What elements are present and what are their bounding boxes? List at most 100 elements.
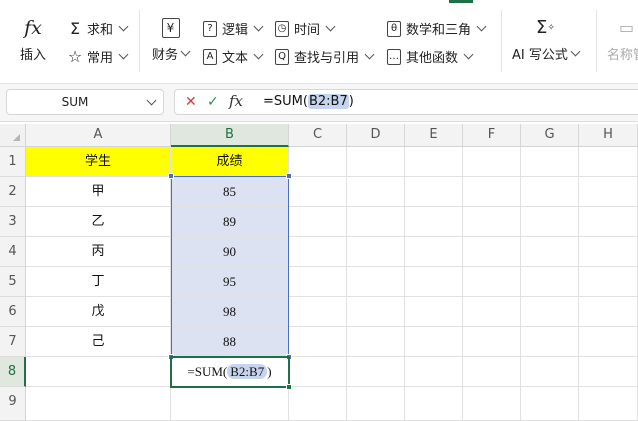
cell-f6[interactable] [463, 297, 521, 327]
cell-a7[interactable]: 己 [26, 327, 171, 357]
column-header-e[interactable]: E [405, 124, 463, 147]
cancel-icon[interactable]: ✕ [185, 94, 197, 110]
cell-h9[interactable] [579, 387, 638, 421]
time-button[interactable]: ◷ 时间 [273, 19, 336, 38]
column-header-b[interactable]: B [171, 124, 289, 147]
insert-function-button[interactable]: fx 插入 [20, 18, 46, 63]
cell-h8[interactable] [579, 357, 638, 387]
cell-f4[interactable] [463, 237, 521, 267]
cell-b9[interactable] [171, 387, 289, 421]
cell-c5[interactable] [289, 267, 347, 297]
cell-a4[interactable]: 丙 [26, 237, 171, 267]
cell-h5[interactable] [579, 267, 638, 297]
range-handle-bottom-right[interactable] [286, 354, 292, 360]
cell-c6[interactable] [289, 297, 347, 327]
column-header-g[interactable]: G [521, 124, 579, 147]
fill-handle[interactable] [286, 384, 292, 390]
cell-b8[interactable]: =SUM(B2:B7) [171, 357, 289, 387]
select-all-corner[interactable] [0, 124, 26, 147]
cell-e4[interactable] [405, 237, 463, 267]
cell-a2[interactable]: 甲 [26, 177, 171, 207]
formula-input[interactable]: ✕ ✓ fx =SUM(B2:B7) [174, 89, 638, 115]
cell-e9[interactable] [405, 387, 463, 421]
row-header-5[interactable]: 5 [0, 267, 26, 297]
confirm-icon[interactable]: ✓ [207, 94, 219, 110]
name-manager-button[interactable]: ▭ 名称管 [607, 18, 638, 63]
cell-d9[interactable] [347, 387, 405, 421]
cell-a3[interactable]: 乙 [26, 207, 171, 237]
other-functions-button[interactable]: … 其他函数 [385, 47, 474, 66]
cell-d1[interactable] [347, 147, 405, 177]
cell-b1[interactable]: 成绩 [171, 147, 289, 177]
cell-b3[interactable]: 89 [171, 207, 289, 237]
cell-d5[interactable] [347, 267, 405, 297]
row-header-1[interactable]: 1 [0, 147, 26, 177]
column-header-c[interactable]: C [289, 124, 347, 147]
column-header-a[interactable]: A [26, 124, 171, 147]
cell-a6[interactable]: 戊 [26, 297, 171, 327]
cell-c3[interactable] [289, 207, 347, 237]
row-header-2[interactable]: 2 [0, 177, 26, 207]
cell-f7[interactable] [463, 327, 521, 357]
cell-d3[interactable] [347, 207, 405, 237]
cell-c4[interactable] [289, 237, 347, 267]
cell-h2[interactable] [579, 177, 638, 207]
cell-b7[interactable]: 88 [171, 327, 289, 357]
row-header-9[interactable]: 9 [0, 387, 26, 421]
cell-d6[interactable] [347, 297, 405, 327]
chevron-down-icon[interactable] [146, 95, 157, 106]
autosum-button[interactable]: Σ 求和 [66, 19, 129, 38]
row-header-6[interactable]: 6 [0, 297, 26, 327]
cell-h4[interactable] [579, 237, 638, 267]
cell-b2[interactable]: 85 [171, 177, 289, 207]
cell-f8[interactable] [463, 357, 521, 387]
row-header-7[interactable]: 7 [0, 327, 26, 357]
cell-f3[interactable] [463, 207, 521, 237]
finance-button[interactable]: ¥ 财务 [152, 18, 191, 63]
column-header-h[interactable]: H [579, 124, 638, 147]
cell-g7[interactable] [521, 327, 579, 357]
cell-c8[interactable] [289, 357, 347, 387]
cell-g8[interactable] [521, 357, 579, 387]
row-header-4[interactable]: 4 [0, 237, 26, 267]
cell-a9[interactable] [26, 387, 171, 421]
cell-c9[interactable] [289, 387, 347, 421]
cell-g3[interactable] [521, 207, 579, 237]
cell-f2[interactable] [463, 177, 521, 207]
cell-e1[interactable] [405, 147, 463, 177]
cell-a1[interactable]: 学生 [26, 147, 171, 177]
cell-d8[interactable] [347, 357, 405, 387]
cell-g6[interactable] [521, 297, 579, 327]
row-header-8[interactable]: 8 [0, 357, 26, 387]
cell-h1[interactable] [579, 147, 638, 177]
cell-e5[interactable] [405, 267, 463, 297]
text-button[interactable]: A 文本 [201, 47, 264, 66]
cell-g9[interactable] [521, 387, 579, 421]
cell-g5[interactable] [521, 267, 579, 297]
cell-g4[interactable] [521, 237, 579, 267]
cell-h6[interactable] [579, 297, 638, 327]
math-button[interactable]: θ 数学和三角 [385, 19, 487, 38]
cell-g1[interactable] [521, 147, 579, 177]
row-header-3[interactable]: 3 [0, 207, 26, 237]
logic-button[interactable]: ? 逻辑 [201, 19, 264, 38]
cell-e8[interactable] [405, 357, 463, 387]
cell-b5[interactable]: 95 [171, 267, 289, 297]
cell-d4[interactable] [347, 237, 405, 267]
formula-text[interactable]: =SUM(B2:B7) [263, 94, 354, 109]
lookup-button[interactable]: Q 查找与引用 [273, 47, 375, 66]
cell-a5[interactable]: 丁 [26, 267, 171, 297]
range-handle-bottom-left[interactable] [168, 354, 174, 360]
cell-e3[interactable] [405, 207, 463, 237]
range-handle-top-left[interactable] [168, 173, 174, 179]
cell-d2[interactable] [347, 177, 405, 207]
cell-h7[interactable] [579, 327, 638, 357]
ai-formula-button[interactable]: Σ✧ AI 写公式 [512, 18, 581, 63]
cell-f5[interactable] [463, 267, 521, 297]
cell-e2[interactable] [405, 177, 463, 207]
cell-b4[interactable]: 90 [171, 237, 289, 267]
cell-d7[interactable] [347, 327, 405, 357]
range-handle-top-right[interactable] [286, 173, 292, 179]
cell-b6[interactable]: 98 [171, 297, 289, 327]
cell-h3[interactable] [579, 207, 638, 237]
